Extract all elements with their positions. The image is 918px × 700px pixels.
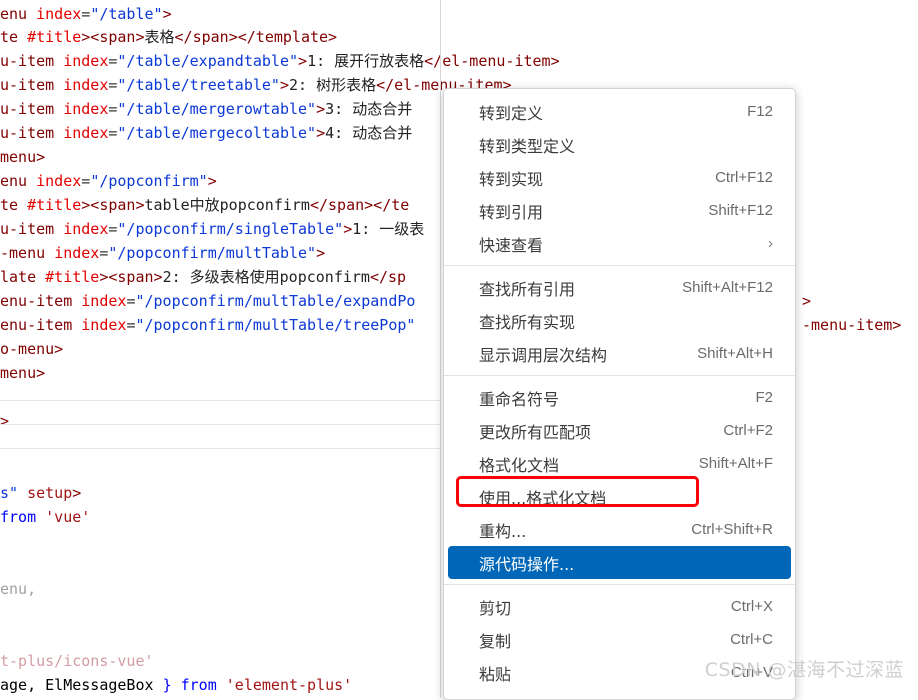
menu-item-重构[interactable]: 重构... Ctrl+Shift+R	[448, 513, 791, 546]
menu-item-使用格式化文档[interactable]: 使用...格式化文档	[448, 480, 791, 513]
menu-item-label: 查找所有引用	[479, 279, 576, 299]
code-line: enu,	[0, 580, 37, 598]
code-line: menu>	[0, 364, 46, 382]
menu-item-转到类型定义[interactable]: 转到类型定义	[448, 128, 791, 161]
menu-item-shortcut: Shift+Alt+F12	[682, 279, 773, 296]
menu-item-快速查看[interactable]: 快速查看 ›	[448, 227, 791, 260]
menu-item-label: 重命名符号	[479, 389, 560, 409]
code-overflow-layer: > -menu-item>	[796, 0, 918, 698]
menu-item-label: 快速查看	[479, 235, 544, 255]
code-line: u-item index="/table/mergecoltable">4: 动…	[0, 124, 413, 142]
menu-item-label: 转到引用	[479, 202, 544, 222]
menu-separator	[444, 265, 795, 266]
code-line: from 'vue'	[0, 508, 91, 526]
menu-item-转到引用[interactable]: 转到引用 Shift+F12	[448, 194, 791, 227]
menu-item-label: 查找所有实现	[479, 312, 576, 332]
editor-right-divider	[440, 0, 441, 698]
menu-item-label: 格式化文档	[479, 455, 560, 475]
menu-item-重命名符号[interactable]: 重命名符号 F2	[448, 381, 791, 414]
menu-item-label: 剪切	[479, 598, 512, 618]
folded-region-rule-mid	[0, 448, 440, 449]
menu-item-格式化文档[interactable]: 格式化文档 Shift+Alt+F	[448, 447, 791, 480]
menu-item-源代码操作[interactable]: 源代码操作...	[448, 546, 791, 579]
menu-item-shortcut: Shift+F12	[708, 202, 773, 219]
menu-item-剪切[interactable]: 剪切 Ctrl+X	[448, 590, 791, 623]
menu-item-shortcut: Shift+Alt+F	[698, 455, 773, 472]
menu-item-label: 复制	[479, 631, 512, 651]
menu-item-shortcut: Ctrl+Shift+R	[691, 521, 773, 538]
chevron-right-icon: ›	[768, 235, 773, 252]
menu-item-shortcut: F2	[755, 389, 773, 406]
menu-item-shortcut: Ctrl+F2	[723, 422, 773, 439]
folded-region-rule-bottom	[0, 424, 440, 425]
menu-item-label: 使用...格式化文档	[479, 488, 607, 508]
code-line: age, ElMessageBox } from 'element-plus'	[0, 676, 353, 694]
menu-item-label: 更改所有匹配项	[479, 422, 592, 442]
menu-item-转到定义[interactable]: 转到定义 F12	[448, 95, 791, 128]
menu-item-label: 转到定义	[479, 103, 544, 123]
editor-context-menu[interactable]: 转到定义 F12 转到类型定义 转到实现 Ctrl+F12 转到引用 Shift+F12 快速…	[443, 88, 796, 700]
menu-item-shortcut: Shift+Alt+H	[697, 345, 773, 362]
folded-region-rule-top	[0, 400, 440, 401]
menu-item-shortcut: F12	[747, 103, 773, 120]
csdn-watermark: CSDN @湛海不过深蓝	[704, 659, 904, 681]
menu-item-label: 显示调用层次结构	[479, 345, 608, 365]
menu-item-更改所有匹配项[interactable]: 更改所有匹配项 Ctrl+F2	[448, 414, 791, 447]
code-line: >	[0, 412, 10, 430]
menu-item-shortcut: Ctrl+C	[730, 631, 773, 648]
code-line: -menu-item>	[802, 316, 902, 334]
menu-item-转到实现[interactable]: 转到实现 Ctrl+F12	[448, 161, 791, 194]
menu-item-shortcut: Ctrl+X	[730, 598, 773, 615]
menu-item-查找所有引用[interactable]: 查找所有引用 Shift+Alt+F12	[448, 271, 791, 304]
menu-item-查找所有实现[interactable]: 查找所有实现	[448, 304, 791, 337]
menu-item-label: 转到实现	[479, 169, 544, 189]
menu-separator	[444, 584, 795, 585]
menu-separator	[444, 375, 795, 376]
menu-item-复制[interactable]: 复制 Ctrl+C	[448, 623, 791, 656]
menu-item-label: 粘贴	[479, 664, 512, 684]
menu-item-shortcut: Ctrl+F12	[715, 169, 773, 186]
menu-item-显示调用层次结构[interactable]: 显示调用层次结构 Shift+Alt+H	[448, 337, 791, 370]
menu-item-label: 转到类型定义	[479, 136, 576, 156]
menu-item-label: 源代码操作...	[479, 554, 575, 574]
menu-item-label: 重构...	[479, 521, 527, 541]
